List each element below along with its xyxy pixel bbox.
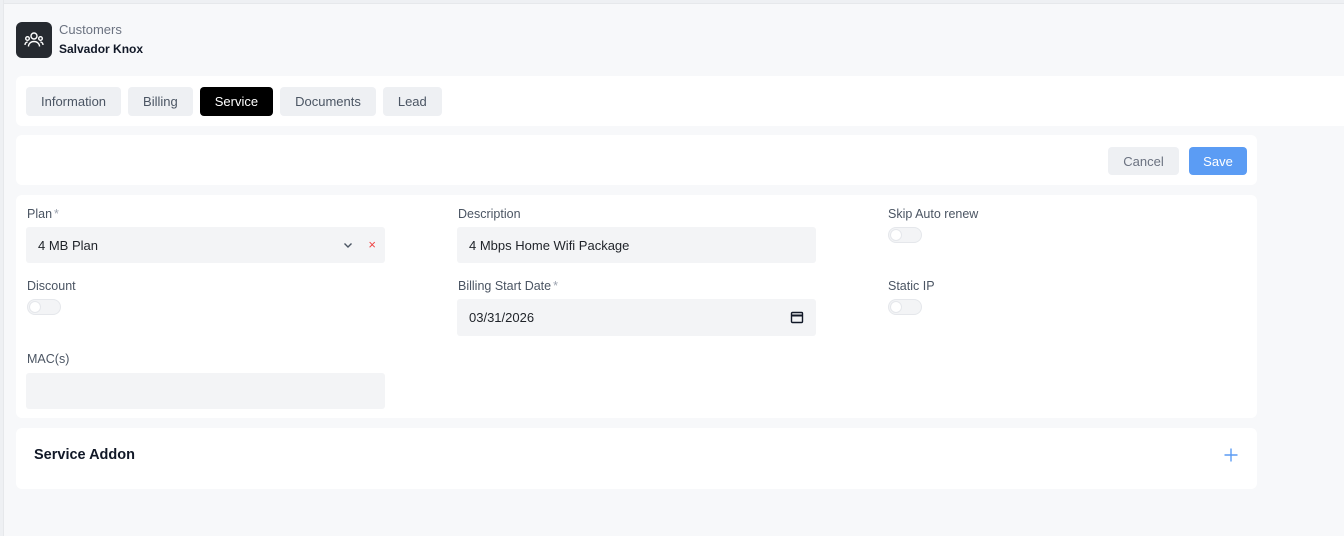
discount-label: Discount <box>27 279 76 293</box>
description-label: Description <box>458 207 521 221</box>
tab-lead[interactable]: Lead <box>382 86 442 116</box>
billing-start-date-label: Billing Start Date * <box>458 279 558 293</box>
description-value: 4 Mbps Home Wifi Package <box>469 237 630 253</box>
page-title: Salvador Knox <box>59 42 144 56</box>
service-form: Plan * 4 MB Plan × Description 4 Mbps Hom… <box>16 195 1257 418</box>
save-button[interactable]: Save <box>1189 147 1247 175</box>
tab-bar: Information Billing Service Documents Le… <box>16 76 1344 126</box>
macs-input[interactable] <box>26 373 385 409</box>
static-ip-toggle[interactable] <box>888 299 922 315</box>
tab-documents[interactable]: Documents <box>280 86 376 116</box>
billing-start-date-input[interactable]: 03/31/2026 <box>457 299 816 336</box>
chevron-down-icon[interactable] <box>341 238 355 252</box>
description-input[interactable]: 4 Mbps Home Wifi Package <box>457 227 816 263</box>
breadcrumb[interactable]: Customers <box>59 22 143 38</box>
toggle-knob <box>29 301 41 313</box>
required-mark: * <box>553 279 558 293</box>
discount-toggle[interactable] <box>27 299 61 315</box>
left-border <box>0 0 4 536</box>
macs-label: MAC(s) <box>27 352 70 366</box>
plan-label: Plan * <box>27 207 59 221</box>
service-addon-title: Service Addon <box>34 447 135 463</box>
billing-start-date-value: 03/31/2026 <box>469 310 535 325</box>
page-header: Customers Salvador Knox <box>16 22 143 58</box>
customer-logo <box>16 22 52 58</box>
toggle-knob <box>890 229 902 241</box>
static-ip-label: Static IP <box>888 279 935 293</box>
users-icon <box>24 32 44 47</box>
plus-icon[interactable] <box>1223 447 1239 463</box>
top-border <box>0 0 1344 4</box>
skip-auto-renew-toggle[interactable] <box>888 227 922 243</box>
toggle-knob <box>890 301 902 313</box>
plan-label-text: Plan <box>27 207 53 221</box>
tab-service[interactable]: Service <box>199 86 274 116</box>
service-addon-panel: Service Addon <box>16 428 1257 489</box>
tab-information[interactable]: Information <box>26 86 122 116</box>
calendar-icon[interactable] <box>790 310 804 324</box>
cancel-button[interactable]: Cancel <box>1108 147 1179 175</box>
tab-billing[interactable]: Billing <box>128 86 193 116</box>
plan-select[interactable]: 4 MB Plan × <box>26 227 385 263</box>
action-bar: Cancel Save <box>16 135 1257 185</box>
clear-icon[interactable]: × <box>368 236 376 254</box>
skip-auto-renew-label: Skip Auto renew <box>888 207 979 221</box>
billing-start-date-label-text: Billing Start Date <box>458 279 552 293</box>
plan-select-value: 4 MB Plan <box>38 237 98 253</box>
required-mark: * <box>54 207 59 221</box>
